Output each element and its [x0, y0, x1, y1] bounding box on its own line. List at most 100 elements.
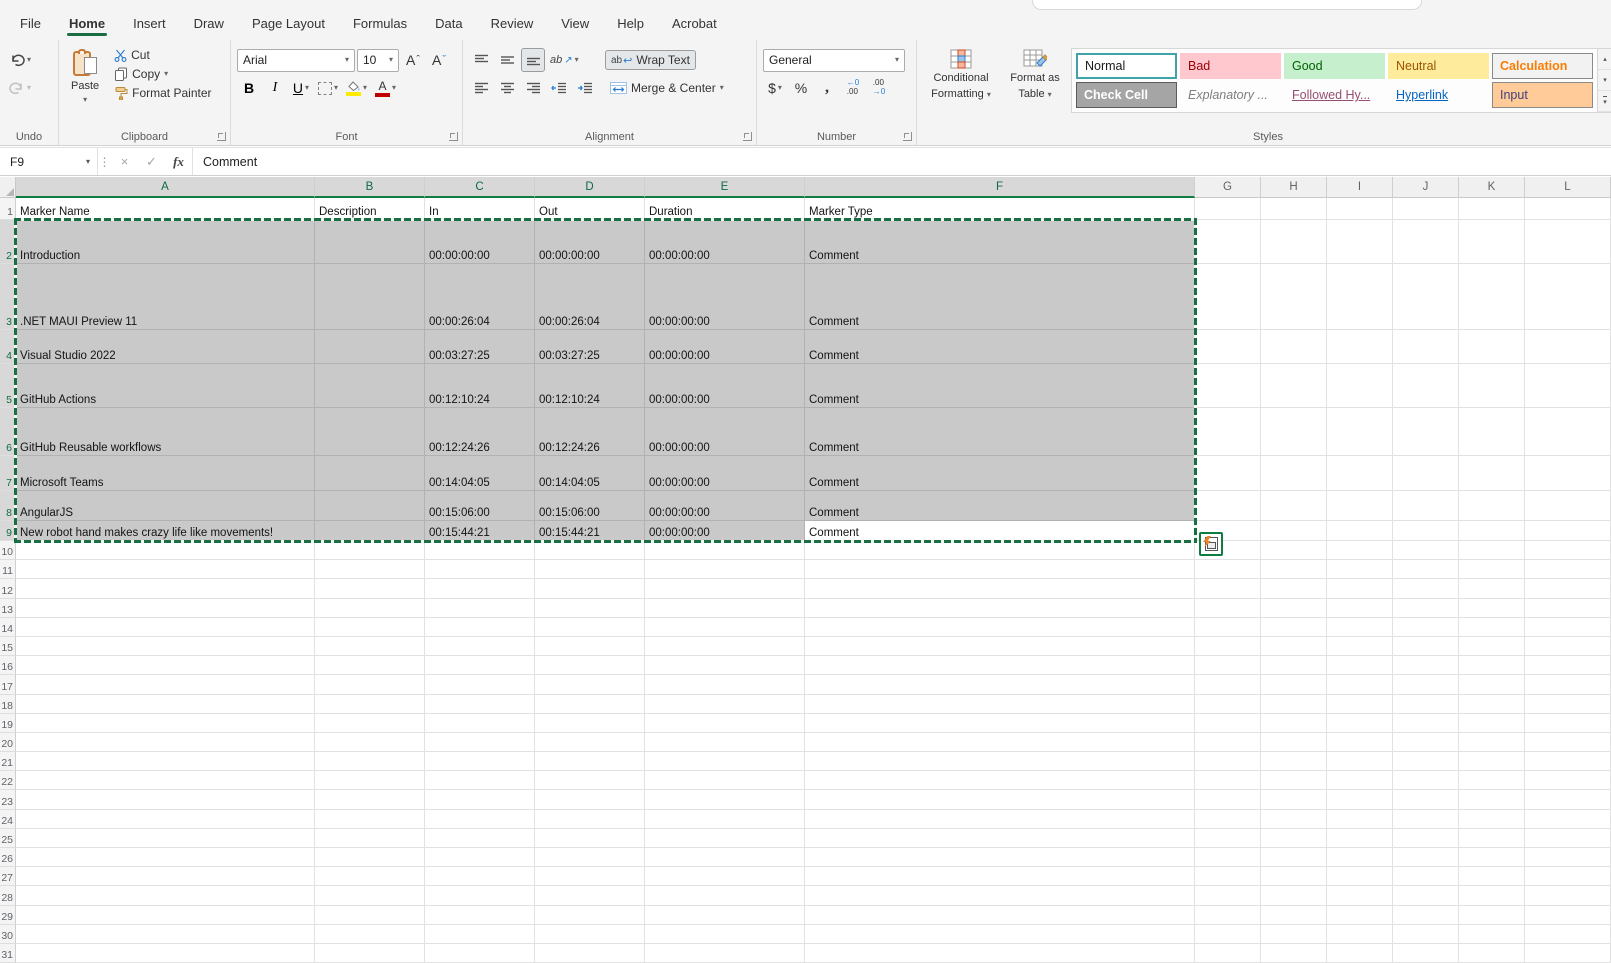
cell-A13[interactable] [16, 599, 315, 618]
cell-A4[interactable]: Visual Studio 2022 [16, 330, 315, 364]
cell-B24[interactable] [315, 810, 425, 829]
merge-center-dropdown-icon[interactable]: ▾ [720, 84, 724, 92]
cell-L5[interactable] [1525, 364, 1611, 408]
cell-C11[interactable] [425, 560, 535, 579]
cell-K4[interactable] [1459, 330, 1525, 364]
alignment-dialog-launcher[interactable] [743, 132, 752, 141]
cell-H26[interactable] [1261, 848, 1327, 867]
cell-C29[interactable] [425, 906, 535, 925]
cell-D25[interactable] [535, 829, 645, 848]
cell-B15[interactable] [315, 637, 425, 656]
cell-K5[interactable] [1459, 364, 1525, 408]
cell-D18[interactable] [535, 695, 645, 714]
copy-button[interactable]: Copy ▾ [109, 65, 216, 83]
format-painter-button[interactable]: Format Painter [109, 84, 216, 102]
cell-F15[interactable] [805, 637, 1195, 656]
row-header-12[interactable]: 12 [0, 579, 16, 598]
cell-J26[interactable] [1393, 848, 1459, 867]
row-header-19[interactable]: 19 [0, 714, 16, 733]
style-input[interactable]: Input [1492, 82, 1593, 108]
tab-review[interactable]: Review [477, 8, 548, 40]
row-header-1[interactable]: 1 [0, 198, 16, 220]
cell-K6[interactable] [1459, 408, 1525, 456]
cell-E15[interactable] [645, 637, 805, 656]
cell-D1[interactable]: Out [535, 198, 645, 220]
cell-K17[interactable] [1459, 675, 1525, 694]
cell-D29[interactable] [535, 906, 645, 925]
cell-H10[interactable] [1261, 541, 1327, 560]
cell-H18[interactable] [1261, 695, 1327, 714]
cell-E4[interactable]: 00:00:00:00 [645, 330, 805, 364]
cell-L28[interactable] [1525, 886, 1611, 905]
cell-A15[interactable] [16, 637, 315, 656]
cell-J13[interactable] [1393, 599, 1459, 618]
name-box[interactable]: F9 ▾ [0, 148, 97, 175]
cell-J24[interactable] [1393, 810, 1459, 829]
cell-H15[interactable] [1261, 637, 1327, 656]
column-header-F[interactable]: F [805, 177, 1195, 198]
cell-D26[interactable] [535, 848, 645, 867]
cell-L1[interactable] [1525, 198, 1611, 220]
style-calculation[interactable]: Calculation [1492, 53, 1593, 79]
cell-H31[interactable] [1261, 944, 1327, 963]
cell-A3[interactable]: .NET MAUI Preview 11 [16, 264, 315, 330]
cell-E8[interactable]: 00:00:00:00 [645, 491, 805, 521]
cell-I23[interactable] [1327, 790, 1393, 809]
cell-A19[interactable] [16, 714, 315, 733]
cell-C26[interactable] [425, 848, 535, 867]
cell-K16[interactable] [1459, 656, 1525, 675]
copy-dropdown-icon[interactable]: ▾ [164, 70, 168, 78]
cell-H16[interactable] [1261, 656, 1327, 675]
row-header-14[interactable]: 14 [0, 618, 16, 637]
cell-J12[interactable] [1393, 579, 1459, 598]
conditional-formatting-button[interactable]: Conditional Formatting ▾ [923, 46, 999, 103]
top-align-button[interactable] [469, 48, 493, 72]
cell-E25[interactable] [645, 829, 805, 848]
cell-E10[interactable] [645, 541, 805, 560]
cell-G23[interactable] [1195, 790, 1261, 809]
cell-H9[interactable] [1261, 521, 1327, 541]
cut-button[interactable]: Cut [109, 46, 216, 64]
cell-B2[interactable] [315, 220, 425, 264]
column-header-E[interactable]: E [645, 177, 805, 198]
cell-J31[interactable] [1393, 944, 1459, 963]
cell-C28[interactable] [425, 886, 535, 905]
cell-E14[interactable] [645, 618, 805, 637]
cell-D19[interactable] [535, 714, 645, 733]
tab-draw[interactable]: Draw [180, 8, 238, 40]
cell-C1[interactable]: In [425, 198, 535, 220]
column-header-D[interactable]: D [535, 177, 645, 198]
cell-G29[interactable] [1195, 906, 1261, 925]
cell-L10[interactable] [1525, 541, 1611, 560]
cell-C19[interactable] [425, 714, 535, 733]
cell-I18[interactable] [1327, 695, 1393, 714]
cell-D24[interactable] [535, 810, 645, 829]
cell-D8[interactable]: 00:15:06:00 [535, 491, 645, 521]
row-header-21[interactable]: 21 [0, 752, 16, 771]
cell-D9[interactable]: 00:15:44:21 [535, 521, 645, 541]
cell-J16[interactable] [1393, 656, 1459, 675]
cell-A18[interactable] [16, 695, 315, 714]
cell-K3[interactable] [1459, 264, 1525, 330]
font-color-dropdown-icon[interactable]: ▾ [392, 84, 396, 92]
decrease-indent-button[interactable] [547, 76, 571, 100]
cell-J18[interactable] [1393, 695, 1459, 714]
cell-F10[interactable] [805, 541, 1195, 560]
decrease-font-size-button[interactable]: Aˇ [427, 48, 451, 72]
merge-center-button[interactable]: Merge & Center ▾ [605, 79, 729, 97]
tab-data[interactable]: Data [421, 8, 476, 40]
cell-H30[interactable] [1261, 925, 1327, 944]
gallery-more-button[interactable]: ▾ [1598, 91, 1611, 112]
cell-D4[interactable]: 00:03:27:25 [535, 330, 645, 364]
cell-J3[interactable] [1393, 264, 1459, 330]
cell-C18[interactable] [425, 695, 535, 714]
cell-J28[interactable] [1393, 886, 1459, 905]
cell-L8[interactable] [1525, 491, 1611, 521]
cell-K15[interactable] [1459, 637, 1525, 656]
cell-H12[interactable] [1261, 579, 1327, 598]
cell-A29[interactable] [16, 906, 315, 925]
cell-H5[interactable] [1261, 364, 1327, 408]
cell-B8[interactable] [315, 491, 425, 521]
cell-B9[interactable] [315, 521, 425, 541]
cell-I8[interactable] [1327, 491, 1393, 521]
